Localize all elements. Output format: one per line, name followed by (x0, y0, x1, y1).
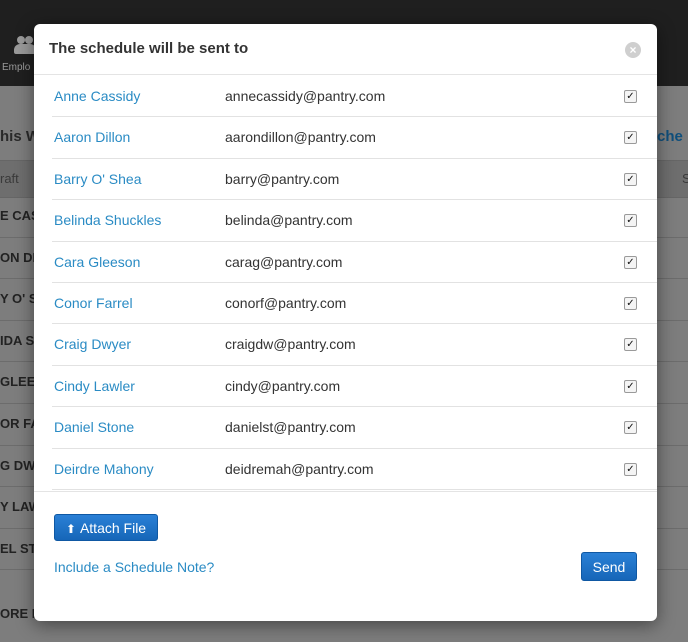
recipient-checkbox[interactable]: ✓ (624, 462, 637, 476)
recipient-row: Conor Farrel conorf@pantry.com ✓ (52, 283, 657, 325)
recipient-checkbox[interactable]: ✓ (624, 255, 637, 269)
recipient-email: conorf@pantry.com (225, 294, 347, 311)
recipient-name-link[interactable]: Anne Cassidy (54, 88, 140, 104)
recipient-row: Cindy Lawler cindy@pantry.com ✓ (52, 366, 657, 408)
employees-icon[interactable] (14, 36, 36, 54)
recipient-checkbox[interactable]: ✓ (624, 214, 637, 228)
recipient-email: belinda@pantry.com (225, 212, 353, 229)
modal-header: The schedule will be sent to × (34, 24, 657, 75)
modal-title: The schedule will be sent to (49, 40, 249, 57)
schedule-note-link[interactable]: Include a Schedule Note? (54, 559, 214, 575)
recipient-row: Anne Cassidy annecassidy@pantry.com ✓ (52, 76, 657, 118)
recipient-email: carag@pantry.com (225, 253, 343, 270)
row-label: Y O' S (0, 291, 38, 307)
recipient-row: Deirdre Mahony deidremah@pantry.com ✓ (52, 449, 657, 490)
recipient-email: aarondillon@pantry.com (225, 129, 376, 146)
recipient-email: cindy@pantry.com (225, 377, 341, 394)
recipient-name-link[interactable]: Barry O' Shea (54, 171, 142, 187)
recipient-name-link[interactable]: Aaron Dillon (54, 129, 130, 145)
attach-file-label: Attach File (79, 520, 147, 536)
recipient-row: Cara Gleeson carag@pantry.com ✓ (52, 242, 657, 283)
recipient-row: Daniel Stone danielst@pantry.com ✓ (52, 407, 657, 449)
attach-file-button[interactable]: ⬆ Attach File (54, 514, 158, 541)
recipient-email: annecassidy@pantry.com (225, 88, 386, 104)
recipient-name-link[interactable]: Belinda Shuckles (54, 212, 161, 228)
nav-label-employees[interactable]: Emplo (2, 62, 30, 73)
recipient-row: Craig Dwyer craigdw@pantry.com ✓ (52, 324, 657, 366)
send-schedule-modal: The schedule will be sent to × Anne Cass… (34, 24, 657, 621)
recipient-row: Belinda Shuckles belinda@pantry.com ✓ (52, 200, 657, 242)
recipient-checkbox[interactable]: ✓ (624, 296, 637, 310)
column-header-draft: raft (0, 171, 19, 186)
recipient-email: craigdw@pantry.com (225, 336, 356, 353)
divider (34, 491, 657, 492)
recipient-list[interactable]: Anne Cassidy annecassidy@pantry.com ✓ Aa… (52, 76, 657, 490)
close-icon[interactable]: × (625, 42, 641, 58)
upload-icon: ⬆ (65, 522, 76, 536)
recipient-name-link[interactable]: Daniel Stone (54, 419, 134, 435)
recipient-name-link[interactable]: Craig Dwyer (54, 336, 131, 352)
recipient-name-link[interactable]: Deirdre Mahony (54, 461, 154, 477)
recipient-email: barry@pantry.com (225, 170, 340, 187)
recipient-email: danielst@pantry.com (225, 419, 356, 436)
recipient-row: Barry O' Shea barry@pantry.com ✓ (52, 159, 657, 201)
recipient-email: deidremah@pantry.com (225, 460, 374, 477)
recipient-name-link[interactable]: Conor Farrel (54, 295, 133, 311)
recipient-checkbox[interactable]: ✓ (624, 131, 637, 145)
recipient-checkbox[interactable]: ✓ (624, 172, 637, 186)
recipient-name-link[interactable]: Cindy Lawler (54, 378, 135, 394)
recipient-name-link[interactable]: Cara Gleeson (54, 254, 140, 270)
recipient-row: Aaron Dillon aarondillon@pantry.com ✓ (52, 117, 657, 159)
recipient-checkbox[interactable]: ✓ (624, 90, 637, 103)
recipient-checkbox[interactable]: ✓ (624, 338, 637, 352)
send-button[interactable]: Send (581, 552, 637, 581)
recipient-checkbox[interactable]: ✓ (624, 421, 637, 435)
column-header-right: S (682, 171, 688, 186)
recipient-checkbox[interactable]: ✓ (624, 379, 637, 393)
